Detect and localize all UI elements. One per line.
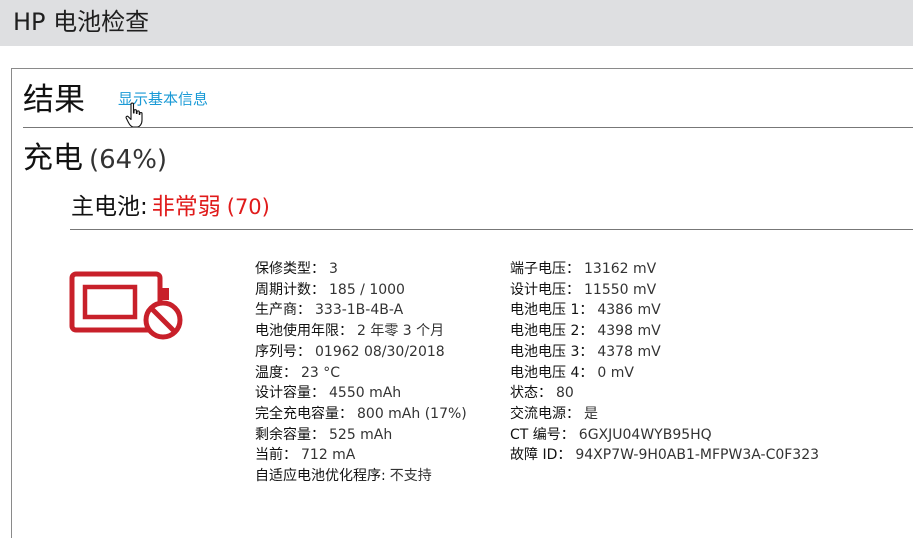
detail-key: 剩余容量： bbox=[255, 426, 325, 443]
detail-row: CT 编号： 6GXJU04WYB95HQ bbox=[510, 425, 819, 446]
detail-key: 当前： bbox=[255, 447, 297, 464]
detail-row: 自适应电池优化程序: 不支持 bbox=[255, 466, 467, 487]
results-heading: 结果 bbox=[23, 82, 85, 118]
battery-details-right: 端子电压： 13162 mV 设计电压： 11550 mV 电池电压 1： 4386 mV… bbox=[510, 259, 819, 466]
detail-row: 温度： 23 °C bbox=[255, 363, 467, 384]
detail-value: 2 年零 3 个月 bbox=[357, 323, 445, 340]
detail-row: 设计电压： 11550 mV bbox=[510, 280, 819, 301]
detail-value: 0 mV bbox=[597, 364, 634, 381]
detail-key: 端子电压： bbox=[510, 261, 580, 277]
detail-row: 电池使用年限： 2 年零 3 个月 bbox=[255, 321, 467, 342]
detail-row: 剩余容量： 525 mAh bbox=[255, 425, 467, 446]
detail-value: 6GXJU04WYB95HQ bbox=[578, 426, 712, 443]
detail-row: 端子电压： 13162 mV bbox=[510, 259, 819, 280]
detail-value: 是 bbox=[584, 405, 598, 422]
detail-key: 电池电压 4： bbox=[510, 364, 594, 381]
detail-value: 525 mAh bbox=[329, 426, 393, 443]
battery-divider bbox=[70, 229, 913, 230]
detail-row: 完全充电容量： 800 mAh (17%) bbox=[255, 404, 467, 425]
detail-key: 生产商： bbox=[255, 302, 311, 319]
detail-value: 4550 mAh bbox=[329, 385, 402, 402]
detail-row: 故障 ID： 94XP7W-9H0AB1-MFPW3A-C0F323 bbox=[510, 445, 819, 466]
detail-value: 不支持 bbox=[389, 468, 432, 485]
detail-key: 故障 ID： bbox=[510, 447, 572, 464]
detail-value: 13162 mV bbox=[584, 261, 657, 277]
detail-key: 电池电压 2： bbox=[510, 323, 594, 340]
detail-key: CT 编号： bbox=[510, 426, 575, 443]
detail-key: 电池电压 1： bbox=[510, 302, 594, 319]
battery-error-icon bbox=[69, 271, 183, 340]
main-battery-status: 主电池: 非常弱 (70) bbox=[71, 190, 270, 226]
detail-row: 生产商： 333-1B-4B-A bbox=[255, 300, 467, 321]
detail-key: 完全充电容量： bbox=[255, 405, 353, 422]
main-battery-label: 主电池: bbox=[71, 194, 148, 220]
detail-key: 设计电压： bbox=[510, 281, 580, 298]
detail-value: 4386 mV bbox=[597, 302, 661, 319]
detail-key: 自适应电池优化程序: bbox=[255, 468, 386, 485]
detail-key: 状态： bbox=[510, 385, 552, 402]
detail-row: 设计容量： 4550 mAh bbox=[255, 383, 467, 404]
detail-key: 交流电源： bbox=[510, 405, 580, 422]
detail-value: 3 bbox=[329, 261, 338, 277]
battery-health-status: 非常弱 bbox=[151, 194, 221, 220]
detail-key: 序列号： bbox=[255, 343, 311, 360]
hand-cursor-icon bbox=[125, 102, 143, 128]
window-title: HP 电池检查 bbox=[13, 8, 150, 36]
section-divider bbox=[23, 127, 913, 128]
detail-value: 94XP7W-9H0AB1-MFPW3A-C0F323 bbox=[575, 447, 820, 464]
battery-health-score: (70) bbox=[226, 195, 270, 219]
detail-value: 4378 mV bbox=[597, 343, 661, 360]
detail-value: 712 mA bbox=[301, 447, 356, 464]
detail-value: 80 bbox=[556, 385, 574, 402]
detail-row: 电池电压 1： 4386 mV bbox=[510, 300, 819, 321]
charge-status: 充电 (64%) bbox=[23, 139, 167, 183]
detail-row: 状态： 80 bbox=[510, 383, 819, 404]
detail-row: 周期计数： 185 / 1000 bbox=[255, 280, 467, 301]
detail-value: 333-1B-4B-A bbox=[315, 302, 404, 319]
title-bar: HP 电池检查 bbox=[0, 0, 913, 46]
detail-value: 11550 mV bbox=[584, 281, 657, 298]
detail-value: 4398 mV bbox=[597, 323, 661, 340]
detail-row: 电池电压 3： 4378 mV bbox=[510, 342, 819, 363]
detail-key: 电池使用年限： bbox=[255, 323, 353, 340]
detail-key: 温度： bbox=[255, 364, 297, 381]
battery-details-left: 保修类型： 3 周期计数： 185 / 1000 生产商： 333-1B-4B-A 电池使用… bbox=[255, 259, 467, 487]
charge-percent: (64%) bbox=[89, 145, 168, 175]
detail-row: 保修类型： 3 bbox=[255, 259, 467, 280]
detail-row: 当前： 712 mA bbox=[255, 445, 467, 466]
detail-row: 序列号： 01962 08/30/2018 bbox=[255, 342, 467, 363]
detail-value: 185 / 1000 bbox=[329, 281, 405, 298]
detail-key: 周期计数： bbox=[255, 281, 325, 298]
detail-row: 电池电压 2： 4398 mV bbox=[510, 321, 819, 342]
detail-key: 设计容量： bbox=[255, 385, 325, 402]
detail-value: 01962 08/30/2018 bbox=[315, 343, 445, 360]
charge-label: 充电 bbox=[23, 141, 83, 176]
detail-row: 交流电源：是 bbox=[510, 404, 819, 425]
detail-key: 电池电压 3： bbox=[510, 343, 594, 360]
detail-value: 23 °C bbox=[301, 364, 341, 381]
detail-key: 保修类型： bbox=[255, 261, 325, 277]
detail-value: 800 mAh (17%) bbox=[357, 405, 467, 422]
detail-row: 电池电压 4： 0 mV bbox=[510, 363, 819, 384]
